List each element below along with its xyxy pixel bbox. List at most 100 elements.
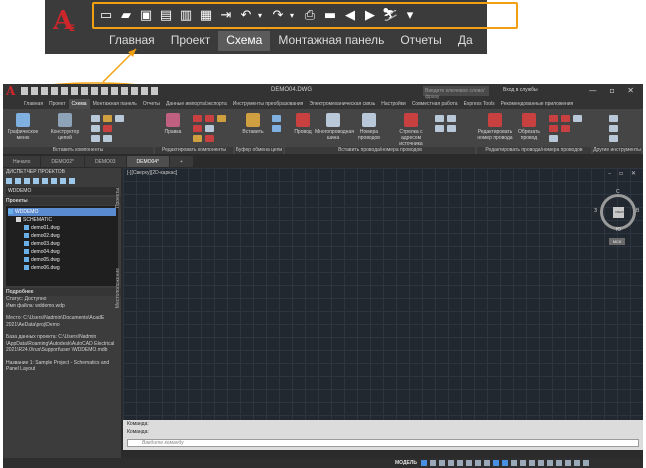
export-icon[interactable] (81, 87, 88, 95)
ribbon-tab[interactable]: Отчеты (392, 31, 449, 51)
tree-item-project[interactable]: WDDEMO (8, 208, 116, 216)
ribbon-tab[interactable]: Схема (68, 99, 90, 109)
ribbon-tab[interactable]: Главная (21, 99, 46, 109)
side-tab-location[interactable]: Местоположение (115, 268, 121, 308)
ribbon-tab[interactable]: Проект (163, 31, 219, 51)
back-icon[interactable]: ◀ (342, 8, 358, 24)
plot-icon[interactable] (111, 87, 118, 95)
wire-edit-tool-icon[interactable] (549, 125, 558, 132)
object-snap-tracking-icon[interactable] (475, 460, 481, 466)
edit-tool-icon[interactable] (205, 135, 214, 142)
customization-icon[interactable] (583, 460, 589, 466)
window-controls[interactable]: — ▫ ✕ (589, 86, 639, 95)
sign-in-button[interactable]: Вход в службы (503, 87, 538, 93)
viewcube[interactable]: СВЕРХУ С Ю З В (594, 189, 639, 233)
isolate-objects-icon[interactable] (556, 460, 562, 466)
annotation-scale-icon[interactable] (493, 460, 499, 466)
edit-tool-icon[interactable] (193, 135, 202, 142)
component-tool-icon[interactable] (91, 115, 100, 122)
saveall-icon[interactable]: ▥ (178, 8, 194, 24)
chevron-down-icon[interactable]: ▾ (290, 8, 298, 24)
wire-tool-icon[interactable] (447, 125, 456, 132)
tree-item-file[interactable]: demo03.dwg (8, 240, 116, 248)
ribbon-tab[interactable]: Да (450, 31, 481, 51)
component-tool-icon[interactable] (103, 115, 112, 122)
export-icon[interactable]: ⇥ (218, 8, 234, 24)
source-arrow-button[interactable]: Стрелка с адресом источника (393, 113, 429, 147)
document-tab[interactable]: DEMO02* (41, 156, 84, 167)
new-tab-button[interactable]: + (170, 156, 193, 167)
icon-menu-button[interactable]: Графическое меню (5, 113, 41, 141)
saveall-icon[interactable] (61, 87, 68, 95)
ribbon-tab[interactable]: Схема (218, 31, 271, 51)
isometric-icon[interactable] (457, 460, 463, 466)
units-icon[interactable] (529, 460, 535, 466)
component-tool-icon[interactable] (115, 115, 124, 122)
save-icon[interactable]: ▤ (158, 8, 174, 24)
viewport-window-controls[interactable]: – ▫ ✕ (608, 170, 639, 177)
cut-icon[interactable] (272, 115, 281, 122)
folder-icon[interactable]: ▬ (322, 8, 338, 24)
ribbon-tab[interactable]: Монтажная панель (90, 99, 140, 109)
search-input[interactable]: Введите ключевое слово/фразу (423, 86, 489, 100)
workspace-icon[interactable] (511, 460, 517, 466)
folder-icon[interactable] (121, 87, 128, 95)
save-as-icon[interactable]: ▣ (138, 8, 154, 24)
ribbon-tab[interactable]: Монтажная панель (270, 31, 392, 51)
command-input[interactable]: Введите команду (127, 439, 639, 447)
paste-button[interactable]: Вставить (235, 113, 271, 135)
ribbon-tab[interactable]: Главная (101, 31, 163, 51)
hardware-acceleration-icon[interactable] (565, 460, 571, 466)
component-tool-icon[interactable] (91, 125, 100, 132)
other-tool-icon[interactable] (609, 125, 618, 132)
forward-icon[interactable] (141, 87, 148, 95)
edit-tool-icon[interactable] (205, 125, 214, 132)
edit-button[interactable]: Правка (155, 113, 191, 135)
new-project-icon[interactable] (15, 178, 21, 184)
tree-item-file[interactable]: demo02.dwg (8, 232, 116, 240)
lock-ui-icon[interactable] (547, 460, 553, 466)
back-icon[interactable] (131, 87, 138, 95)
document-tab[interactable]: DEMO04* (126, 156, 170, 167)
wire-tool-icon[interactable] (447, 115, 456, 122)
ribbon-tab[interactable]: Отчеты (140, 99, 163, 109)
ribbon-tab[interactable]: Данные импорта/экспорта (163, 99, 230, 109)
publish-icon[interactable] (51, 178, 57, 184)
annotation-monitor-icon[interactable] (520, 460, 526, 466)
forward-icon[interactable]: ▶ (362, 8, 378, 24)
redo-icon[interactable] (101, 87, 108, 95)
open-icon[interactable]: ▰ (118, 8, 134, 24)
properties-icon[interactable] (33, 178, 39, 184)
wire-tool-icon[interactable] (435, 125, 444, 132)
component-tool-icon[interactable] (103, 135, 112, 142)
projects-section-header[interactable]: Проекты (3, 197, 121, 205)
save-icon[interactable] (51, 87, 58, 95)
trim-wire-button[interactable]: Обрезать провод (511, 113, 547, 141)
app-menu-icon[interactable]: A (6, 84, 15, 98)
plot-icon[interactable]: ⎙ (302, 8, 318, 24)
wire-edit-tool-icon[interactable] (561, 115, 570, 122)
side-tab-projects[interactable]: Проекты (115, 188, 121, 208)
multi-wire-bus-button[interactable]: Многопроводная шина (315, 113, 354, 141)
edit-wire-number-button[interactable]: Редактировать номер провода (477, 113, 513, 141)
tree-item-folder[interactable]: SCHEMATIC (8, 216, 116, 224)
undo-icon[interactable]: ↶ (238, 8, 254, 24)
workspace-icon[interactable]: ⛷ (382, 8, 399, 24)
open-project-icon[interactable] (6, 178, 12, 184)
workspace-icon[interactable] (151, 87, 158, 95)
details-section-header[interactable]: Подробнее (3, 288, 121, 296)
ribbon-tab[interactable]: Электромеханическая связь (306, 99, 378, 109)
viewport-controls[interactable]: [-][Сверху][2D-каркас] (127, 170, 177, 176)
ucs-menu[interactable]: МСК (609, 238, 625, 245)
edit-tool-icon[interactable] (193, 125, 202, 132)
ribbon-tab[interactable]: Инструменты преобразования (230, 99, 307, 109)
new-icon[interactable]: ▭ (98, 8, 114, 24)
publish-icon[interactable]: ▦ (198, 8, 214, 24)
publish-icon[interactable] (71, 87, 78, 95)
drawing-canvas[interactable]: [-][Сверху][2D-каркас] – ▫ ✕ СВЕРХУ С Ю … (123, 168, 643, 420)
edit-tool-icon[interactable] (205, 115, 214, 122)
app-logo[interactable]: AE (53, 6, 77, 36)
tree-item-file[interactable]: demo04.dwg (8, 248, 116, 256)
lineweight-icon[interactable] (484, 460, 490, 466)
tree-item-file[interactable]: demo06.dwg (8, 264, 116, 272)
